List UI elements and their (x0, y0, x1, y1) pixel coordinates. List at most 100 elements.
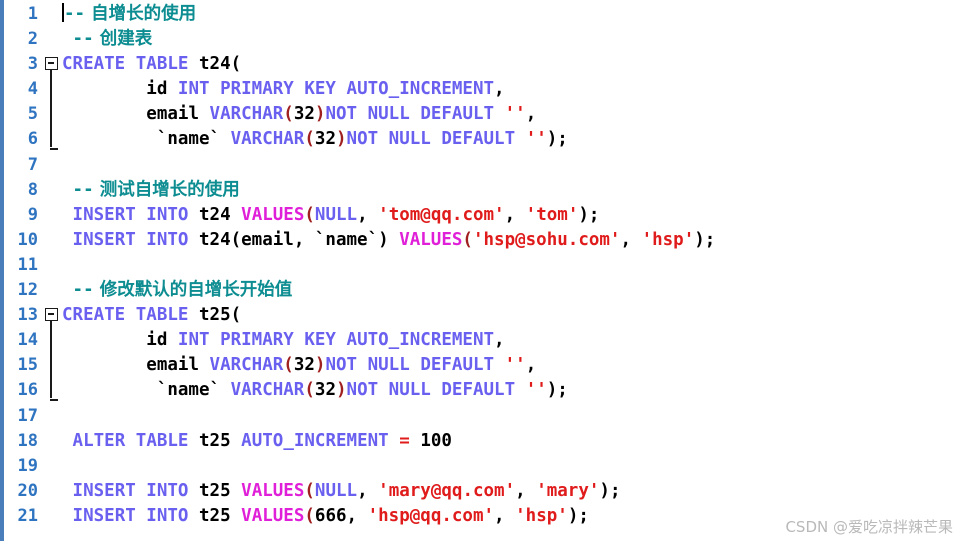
line-number: 9 (27, 204, 38, 225)
close-paren: ) (314, 104, 326, 125)
keyword-default: DEFAULT (441, 380, 516, 401)
code-folding-margin[interactable] (42, 0, 62, 541)
statement-end: ); (694, 229, 716, 250)
line-number: 10 (17, 229, 38, 250)
open-paren: ( (230, 305, 242, 326)
keyword-alter: ALTER (72, 430, 126, 451)
code-line-14[interactable]: id INT PRIMARY KEY AUTO_INCREMENT, (62, 328, 961, 353)
comma: , (494, 79, 505, 100)
table-identifier: t24 (199, 229, 231, 250)
comma: , (494, 330, 505, 351)
keyword-type-varchar: VARCHAR (230, 380, 305, 401)
comma: , (525, 355, 537, 376)
keyword-type-varchar: VARCHAR (209, 104, 284, 125)
line-number: 1 (27, 4, 38, 24)
column-list: (email, `name`) (230, 229, 389, 250)
keyword-create: CREATE (62, 54, 126, 75)
code-line-20[interactable]: INSERT INTO t25 VALUES(NULL, 'mary@qq.co… (62, 479, 961, 504)
code-line-2[interactable]: -- 创建表 (62, 27, 961, 52)
keyword-default: DEFAULT (420, 355, 495, 376)
comma: , (494, 505, 516, 526)
code-line-13[interactable]: CREATE TABLE t25( (62, 303, 961, 328)
fold-guide-foot (50, 147, 59, 150)
empty-string-literal: '' (504, 104, 526, 125)
comma: , (515, 480, 537, 501)
code-line-18[interactable]: ALTER TABLE t25 AUTO_INCREMENT = 100 (62, 429, 961, 454)
open-paren: ( (230, 54, 242, 75)
keyword-not-null: NOT NULL (346, 380, 431, 401)
comma: , (357, 480, 379, 501)
code-line-11[interactable] (62, 253, 961, 278)
fold-toggle-minus-icon[interactable] (45, 308, 58, 322)
keyword-create: CREATE (62, 305, 126, 326)
statement-end: ); (578, 204, 600, 225)
column-identifier: email (146, 104, 199, 125)
line-number-gutter: 1 2 3 4 5 6 7 8 9 10 11 12 13 14 15 16 1… (4, 0, 42, 541)
code-text-area[interactable]: -- 自增长的使用 -- 创建表 CREATE TABLE t24( id IN… (62, 0, 961, 541)
line-number: 20 (17, 480, 38, 501)
line-number: 11 (17, 254, 38, 275)
keyword-insert-into: INSERT INTO (72, 204, 189, 225)
sql-code-editor[interactable]: 1 2 3 4 5 6 7 8 9 10 11 12 13 14 15 16 1… (0, 0, 961, 541)
statement-end: ); (599, 480, 621, 501)
keyword-default: DEFAULT (420, 104, 495, 125)
string-literal-email: 'tom@qq.com' (378, 204, 505, 225)
open-paren: ( (304, 129, 315, 150)
code-line-6[interactable]: `name` VARCHAR(32)NOT NULL DEFAULT ''); (62, 127, 961, 152)
code-line-16[interactable]: `name` VARCHAR(32)NOT NULL DEFAULT ''); (62, 378, 961, 403)
csdn-watermark: CSDN @爱吃凉拌辣芒果 (785, 518, 953, 536)
column-identifier: id (146, 330, 168, 351)
keyword-primary-key: PRIMARY KEY (220, 79, 336, 100)
keyword-type-varchar: VARCHAR (209, 355, 284, 376)
code-line-10[interactable]: INSERT INTO t24(email, `name`) VALUES('h… (62, 228, 961, 253)
keyword-default: DEFAULT (441, 129, 516, 150)
keyword-null: NULL (314, 204, 358, 225)
close-paren: ) (335, 129, 347, 150)
code-line-17[interactable] (62, 404, 961, 429)
code-line-5[interactable]: email VARCHAR(32)NOT NULL DEFAULT '', (62, 102, 961, 127)
keyword-insert-into: INSERT INTO (72, 505, 189, 526)
keyword-not-null: NOT NULL (325, 355, 410, 376)
line-number: 19 (17, 455, 38, 476)
fold-guide-line (50, 70, 53, 148)
keyword-type-varchar: VARCHAR (230, 129, 305, 150)
open-paren: ( (462, 229, 473, 250)
code-line-19[interactable] (62, 454, 961, 479)
close-paren: ) (314, 355, 326, 376)
keyword-values: VALUES (399, 229, 463, 250)
line-number: 7 (27, 154, 38, 175)
comment-dashes: -- (64, 4, 86, 24)
code-line-9[interactable]: INSERT INTO t24 VALUES(NULL, 'tom@qq.com… (62, 203, 961, 228)
type-size-number: 32 (314, 129, 336, 150)
comma: , (357, 204, 379, 225)
statement-end: ); (567, 505, 589, 526)
code-line-3[interactable]: CREATE TABLE t24( (62, 52, 961, 77)
line-number: 3 (27, 54, 38, 75)
line-number: 4 (27, 79, 38, 100)
code-line-4[interactable]: id INT PRIMARY KEY AUTO_INCREMENT, (62, 77, 961, 102)
line-number: 16 (17, 380, 38, 401)
code-line-12[interactable]: -- 修改默认的自增长开始值 (62, 278, 961, 303)
fold-toggle-minus-icon[interactable] (45, 57, 58, 71)
table-identifier: t24 (199, 54, 231, 75)
code-line-8[interactable]: -- 测试自增长的使用 (62, 178, 961, 203)
open-paren: ( (283, 104, 294, 125)
code-line-7[interactable] (62, 153, 961, 178)
code-line-15[interactable]: email VARCHAR(32)NOT NULL DEFAULT '', (62, 353, 961, 378)
keyword-auto-increment: AUTO_INCREMENT (241, 430, 389, 451)
code-line-1[interactable]: -- 自增长的使用 (62, 2, 961, 27)
keyword-insert-into: INSERT INTO (72, 229, 189, 250)
empty-string-literal: '' (525, 380, 547, 401)
keyword-auto-increment: AUTO_INCREMENT (346, 79, 495, 100)
open-paren: ( (304, 505, 315, 526)
comment-dashes: -- (72, 179, 94, 200)
empty-string-literal: '' (504, 355, 526, 376)
comment-text: 创建表 (93, 29, 153, 50)
keyword-not-null: NOT NULL (325, 104, 410, 125)
string-literal-name: 'mary' (536, 480, 600, 501)
fold-guide-line (50, 321, 53, 399)
